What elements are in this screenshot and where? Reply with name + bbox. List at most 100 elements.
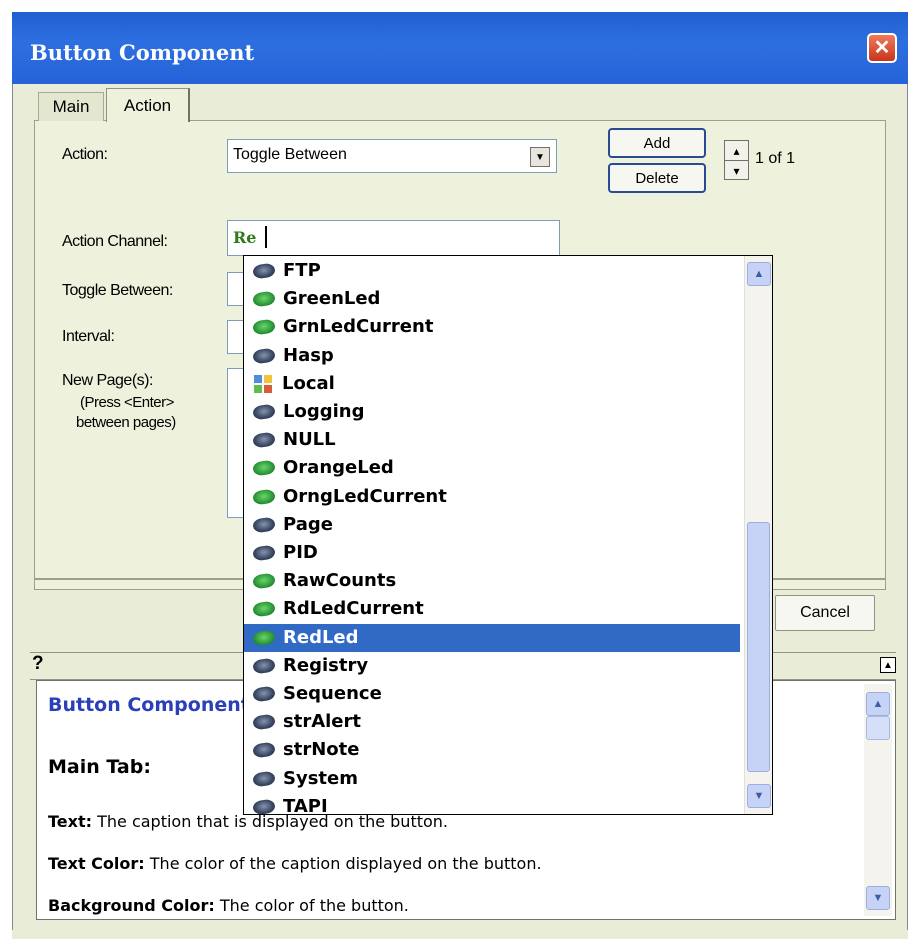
page-spinner[interactable]: ▴ ▾ — [724, 140, 749, 180]
dark-channel-icon — [252, 770, 276, 788]
help-line-text-color: Text Color: The color of the caption dis… — [48, 854, 542, 873]
new-pages-label: New Page(s): — [62, 372, 153, 389]
help-desc: The color of the caption displayed on th… — [144, 854, 542, 873]
help-desc: The color of the button. — [214, 896, 409, 915]
tab-main[interactable]: Main — [38, 92, 104, 121]
scroll-up-icon[interactable]: ▲ — [747, 262, 771, 286]
autocomplete-item-label: Registry — [283, 654, 369, 676]
dark-channel-icon — [252, 544, 276, 562]
window-title: Button Component — [30, 40, 255, 65]
action-select-value: Toggle Between — [233, 146, 347, 163]
interval-label: Interval: — [62, 328, 115, 345]
chevron-down-icon[interactable]: ▼ — [530, 147, 550, 167]
autocomplete-item-label: OrngLedCurrent — [283, 485, 447, 507]
autocomplete-item-label: strNote — [283, 739, 360, 761]
green-channel-icon — [252, 318, 276, 336]
text-caret — [265, 226, 267, 248]
new-pages-hint-2: between pages) — [76, 414, 176, 431]
autocomplete-item-label: System — [283, 767, 358, 789]
new-pages-hint: (Press <Enter> — [80, 394, 174, 411]
delete-button[interactable]: Delete — [608, 163, 706, 193]
green-channel-icon — [252, 488, 276, 506]
window-bottom-edge — [12, 930, 908, 939]
help-title: Button Component — [48, 694, 250, 716]
help-icon[interactable]: ? — [32, 653, 44, 675]
expand-icon[interactable]: ▲ — [880, 657, 896, 673]
help-term: Text Color: — [48, 854, 145, 873]
help-scroll-thumb[interactable] — [866, 716, 890, 740]
page-count: 1 of 1 — [755, 150, 796, 167]
dark-channel-icon — [252, 685, 276, 703]
dark-channel-icon — [252, 798, 276, 814]
close-button[interactable]: ✕ — [867, 33, 897, 63]
green-channel-icon — [252, 629, 276, 647]
dark-channel-icon — [252, 516, 276, 534]
tab-action[interactable]: Action — [106, 88, 190, 122]
local-grid-icon — [254, 374, 272, 393]
dark-channel-icon — [252, 713, 276, 731]
autocomplete-item[interactable]: OrangeLed — [244, 454, 740, 482]
autocomplete-item[interactable]: strNote — [244, 736, 740, 764]
autocomplete-item-label: Sequence — [283, 683, 382, 704]
help-line-background-color: Background Color: The color of the butto… — [48, 896, 409, 915]
autocomplete-item[interactable]: TAPI — [244, 793, 740, 814]
autocomplete-item[interactable]: GrnLedCurrent — [244, 313, 740, 341]
autocomplete-item[interactable]: GreenLed — [244, 285, 740, 313]
autocomplete-item-label: RedLed — [283, 626, 359, 648]
green-channel-icon — [252, 600, 276, 618]
autocomplete-item[interactable]: Local — [244, 370, 740, 398]
toggle-between-label: Toggle Between: — [62, 282, 173, 299]
autocomplete-item-label: RdLedCurrent — [283, 598, 424, 620]
spin-down-icon[interactable]: ▾ — [725, 160, 748, 180]
autocomplete-item[interactable]: Logging — [244, 398, 740, 426]
autocomplete-item-label: RawCounts — [283, 570, 397, 592]
autocomplete-list[interactable]: FTP GreenLed GrnLedCurrent Hasp Local Logging… — [244, 256, 744, 814]
autocomplete-item[interactable]: OrngLedCurrent — [244, 483, 740, 511]
autocomplete-item-label: TAPI — [283, 795, 328, 814]
help-main-tab-heading: Main Tab: — [48, 756, 151, 778]
scroll-up-icon[interactable]: ▲ — [866, 692, 890, 716]
autocomplete-item[interactable]: Sequence — [244, 680, 740, 708]
autocomplete-item[interactable]: FTP — [244, 257, 740, 285]
dark-channel-icon — [252, 431, 276, 449]
autocomplete-item[interactable]: RawCounts — [244, 567, 740, 595]
autocomplete-item-label: Local — [282, 372, 335, 394]
autocomplete-item-label: GrnLedCurrent — [283, 316, 434, 338]
autocomplete-item[interactable]: PID — [244, 539, 740, 567]
autocomplete-item[interactable]: System — [244, 765, 740, 793]
dark-channel-icon — [252, 262, 276, 280]
dark-channel-icon — [252, 657, 276, 675]
autocomplete-item[interactable]: RedLed — [244, 623, 740, 652]
autocomplete-scroll-thumb[interactable] — [747, 522, 770, 772]
scroll-down-icon[interactable]: ▼ — [747, 784, 771, 808]
action-channel-input[interactable] — [227, 220, 560, 256]
autocomplete-item-label: Logging — [283, 401, 365, 422]
dark-channel-icon — [252, 347, 276, 365]
help-term: Text: — [48, 812, 93, 831]
autocomplete-item-label: OrangeLed — [283, 457, 394, 479]
spin-up-icon[interactable]: ▴ — [725, 141, 748, 160]
green-channel-icon — [252, 290, 276, 308]
autocomplete-item[interactable]: Registry — [244, 652, 740, 680]
close-icon: ✕ — [873, 37, 891, 59]
action-channel-label: Action Channel: — [62, 233, 168, 250]
autocomplete-item[interactable]: NULL — [244, 426, 740, 454]
autocomplete-item[interactable]: strAlert — [244, 708, 740, 736]
autocomplete-item[interactable]: Page — [244, 511, 740, 539]
autocomplete-item-label: FTP — [283, 260, 321, 281]
autocomplete-item[interactable]: RdLedCurrent — [244, 595, 740, 623]
autocomplete-item-label: strAlert — [283, 711, 361, 733]
autocomplete-item-label: Hasp — [283, 344, 334, 366]
green-channel-icon — [252, 459, 276, 477]
autocomplete-item-label: NULL — [283, 429, 336, 451]
autocomplete-item[interactable]: Hasp — [244, 342, 740, 370]
cancel-button[interactable]: Cancel — [775, 595, 875, 631]
scroll-down-icon[interactable]: ▼ — [866, 886, 890, 910]
dark-channel-icon — [252, 403, 276, 421]
autocomplete-item-label: GreenLed — [283, 288, 381, 310]
help-term: Background Color: — [48, 896, 215, 915]
action-channel-value: Re — [233, 228, 257, 247]
dark-channel-icon — [252, 741, 276, 759]
add-button[interactable]: Add — [608, 128, 706, 158]
autocomplete-item-label: PID — [283, 542, 318, 563]
